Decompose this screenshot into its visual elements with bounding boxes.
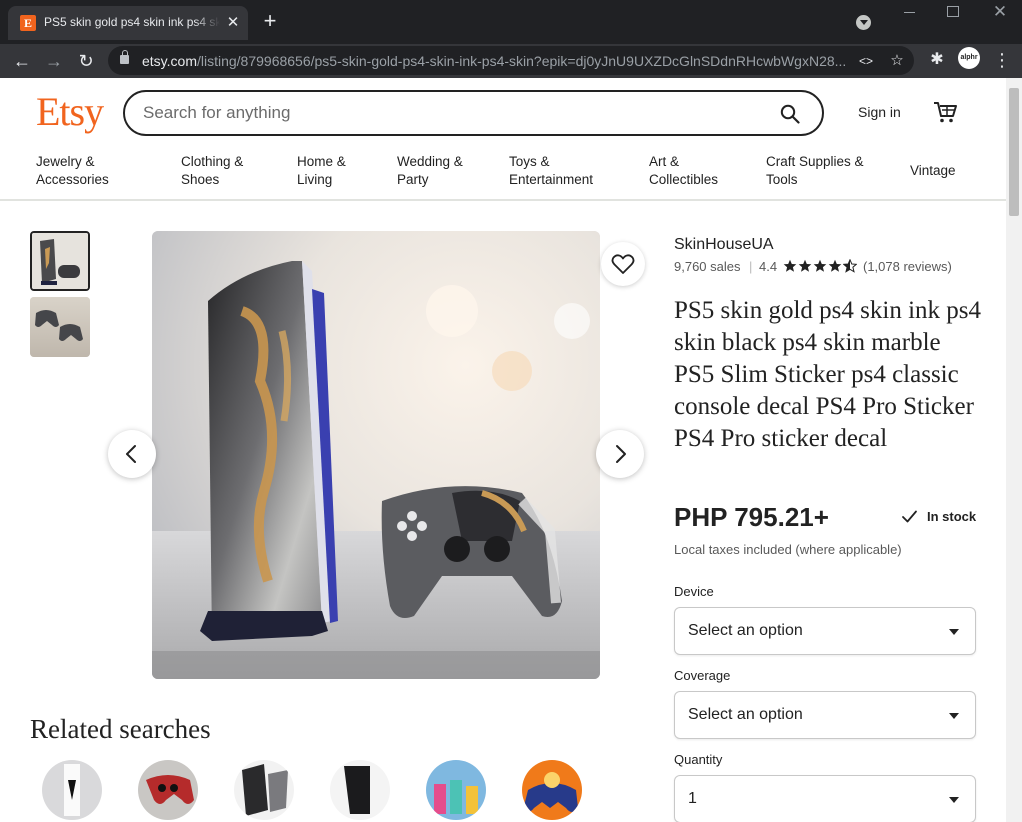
category-nav: Jewelry & Accessories Clothing & Shoes Hom… (0, 150, 1006, 198)
etsy-logo[interactable]: Etsy (36, 88, 104, 135)
search-icon[interactable] (780, 104, 800, 124)
category-vintage[interactable]: Vintage (910, 162, 956, 180)
browser-tab-bar: E PS5 skin gold ps4 skin ink ps4 skin ✕ … (0, 0, 1022, 44)
minimize-window-button[interactable] (902, 4, 918, 20)
lock-icon[interactable] (120, 50, 129, 64)
ps5-marble-skin-photo (152, 231, 600, 679)
stats-separator: | (749, 259, 753, 274)
forward-button[interactable]: → (41, 48, 67, 74)
device-label: Device (674, 584, 714, 599)
page-scrollbar[interactable] (1006, 78, 1022, 822)
device-select-value: Select an option (688, 622, 803, 639)
profile-avatar[interactable]: alphr (958, 47, 980, 69)
quantity-select-value: 1 (688, 790, 697, 807)
tab-search-icon[interactable] (856, 15, 871, 30)
sales-count: 9,760 sales (674, 259, 741, 274)
favorite-button[interactable] (601, 242, 645, 286)
coverage-select-value: Select an option (688, 706, 803, 723)
thumbnail-console-image (32, 233, 88, 289)
category-home-living[interactable]: Home & Living (297, 153, 346, 189)
related-searches-title: Related searches (30, 714, 211, 744)
related-colorful-skin-image (426, 760, 486, 820)
category-clothing-shoes[interactable]: Clothing & Shoes (181, 153, 243, 189)
category-toys-entertainment[interactable]: Toys & Entertainment (509, 153, 593, 189)
related-search-item[interactable] (234, 760, 294, 820)
quantity-select[interactable]: 1 (674, 775, 976, 822)
product-image[interactable] (152, 231, 600, 679)
stock-label: In stock (927, 509, 977, 524)
back-button[interactable]: ← (9, 48, 35, 74)
coverage-label: Coverage (674, 668, 731, 683)
taxes-note: Local taxes included (where applicable) (674, 542, 902, 557)
close-tab-icon[interactable]: ✕ (224, 14, 242, 32)
next-image-button[interactable] (596, 430, 644, 478)
reload-button[interactable]: ↻ (73, 48, 99, 74)
bookmark-star-icon[interactable]: ☆ (887, 51, 907, 71)
listing-title: PS5 skin gold ps4 skin ink ps4 skin blac… (674, 297, 982, 452)
address-bar[interactable]: etsy.com/listing/879968656/ps5-skin-gold… (108, 46, 914, 75)
related-black-skin-image (330, 760, 390, 820)
quantity-label: Quantity (674, 752, 723, 767)
sign-in-link[interactable]: Sign in (858, 104, 901, 120)
browser-toolbar: ← → ↻ etsy.com/listing/879968656/ps5-ski… (0, 44, 1022, 78)
maximize-window-button[interactable] (947, 6, 959, 17)
search-bar (123, 90, 824, 136)
star-icon (828, 259, 842, 272)
related-red-controller-image (138, 760, 198, 820)
thumbnail-2[interactable] (30, 297, 90, 357)
tab-title: PS5 skin gold ps4 skin ink ps4 skin (44, 15, 220, 29)
half-star-icon (843, 259, 857, 273)
star-icon (783, 259, 797, 272)
dropdown-caret-icon (949, 797, 959, 803)
related-game-skin-image (522, 760, 582, 820)
new-tab-button[interactable]: + (258, 10, 282, 34)
related-search-item[interactable] (330, 760, 390, 820)
category-jewelry-accessories[interactable]: Jewelry & Accessories (36, 153, 109, 189)
category-wedding-party[interactable]: Wedding & Party (397, 153, 463, 189)
shopping-cart-icon[interactable] (932, 99, 958, 125)
dropdown-caret-icon (949, 713, 959, 719)
search-input[interactable] (143, 102, 763, 124)
related-search-item[interactable] (42, 760, 102, 820)
coverage-select[interactable]: Select an option (674, 691, 976, 739)
scrollbar-thumb[interactable] (1009, 88, 1019, 216)
extensions-puzzle-icon[interactable]: ✱ (925, 48, 949, 72)
shop-name-link[interactable]: SkinHouseUA (674, 236, 774, 254)
heart-icon (611, 254, 635, 274)
close-window-button[interactable]: ✕ (990, 2, 1010, 22)
share-icon[interactable]: <> (856, 51, 876, 71)
related-search-item[interactable] (426, 760, 486, 820)
browser-tab[interactable]: E PS5 skin gold ps4 skin ink ps4 skin ✕ (8, 6, 248, 40)
related-search-item[interactable] (522, 760, 582, 820)
device-select[interactable]: Select an option (674, 607, 976, 655)
related-console-image (42, 760, 102, 820)
browser-menu-icon[interactable]: ⋮ (990, 48, 1014, 72)
category-art-collectibles[interactable]: Art & Collectibles (649, 153, 718, 189)
rating-value: 4.4 (759, 259, 778, 274)
reviews-count-link[interactable]: (1,078 reviews) (863, 259, 952, 274)
chevron-left-icon (126, 445, 136, 463)
related-search-item[interactable] (138, 760, 198, 820)
thumbnail-1[interactable] (30, 231, 90, 291)
price: PHP 795.21+ (674, 502, 829, 532)
header-divider (0, 199, 1006, 201)
related-skin-image (234, 760, 294, 820)
thumbnail-controllers-image (30, 297, 90, 357)
chevron-right-icon (616, 445, 626, 463)
checkmark-icon (902, 510, 917, 523)
etsy-favicon-icon: E (20, 15, 36, 31)
star-icon (798, 259, 812, 272)
star-icon (813, 259, 827, 272)
dropdown-caret-icon (949, 629, 959, 635)
category-craft-supplies-tools[interactable]: Craft Supplies & Tools (766, 153, 864, 189)
url-text: etsy.com/listing/879968656/ps5-skin-gold… (142, 53, 847, 69)
previous-image-button[interactable] (108, 430, 156, 478)
